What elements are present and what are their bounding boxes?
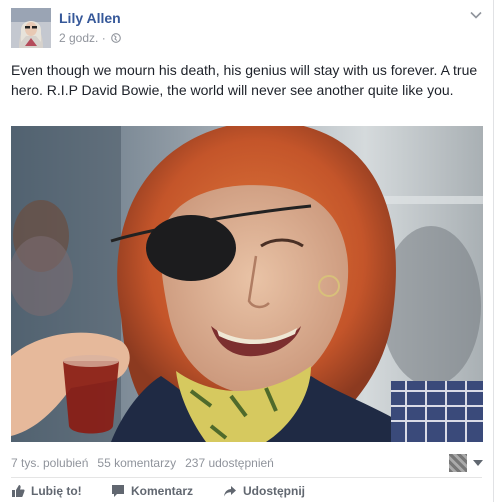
post-text: Even though we mourn his death, his geni…	[11, 62, 478, 98]
comment-icon	[112, 485, 124, 497]
post-meta: 2 godz. ·	[59, 31, 121, 45]
thumbs-up-icon	[12, 485, 25, 497]
post-card: Lily Allen 2 godz. · Even though we mour…	[0, 0, 494, 502]
actions-divider	[11, 477, 482, 478]
viewer-avatar	[449, 454, 467, 472]
globe-icon	[110, 33, 121, 43]
viewer-selector[interactable]	[449, 454, 483, 472]
post-photo[interactable]	[11, 126, 483, 442]
like-button[interactable]: Lubię to!	[11, 484, 111, 498]
post-options-chevron-icon[interactable]	[470, 11, 482, 19]
post-time[interactable]: 2 godz. ·	[59, 31, 106, 45]
comment-button[interactable]: Komentarz	[111, 484, 223, 498]
post-stats: 7 tys. polubień 55 komentarzy 237 udostępn…	[11, 456, 483, 470]
caret-down-icon	[473, 460, 483, 466]
photo-image	[11, 126, 483, 442]
comment-label: Komentarz	[131, 484, 194, 498]
author-avatar[interactable]	[11, 8, 51, 48]
share-button[interactable]: Udostępnij	[223, 484, 305, 498]
like-label: Lubię to!	[31, 484, 82, 498]
author-name[interactable]: Lily Allen	[59, 10, 121, 26]
share-label: Udostępnij	[243, 484, 305, 498]
shares-count[interactable]: 237 udostępnień	[185, 456, 274, 470]
action-bar: Lubię to! Komentarz Udostępnij	[11, 484, 483, 498]
comments-count[interactable]: 55 komentarzy	[97, 456, 176, 470]
share-arrow-icon	[224, 486, 236, 497]
likes-count[interactable]: 7 tys. polubień	[11, 456, 88, 470]
avatar-image	[11, 8, 51, 48]
